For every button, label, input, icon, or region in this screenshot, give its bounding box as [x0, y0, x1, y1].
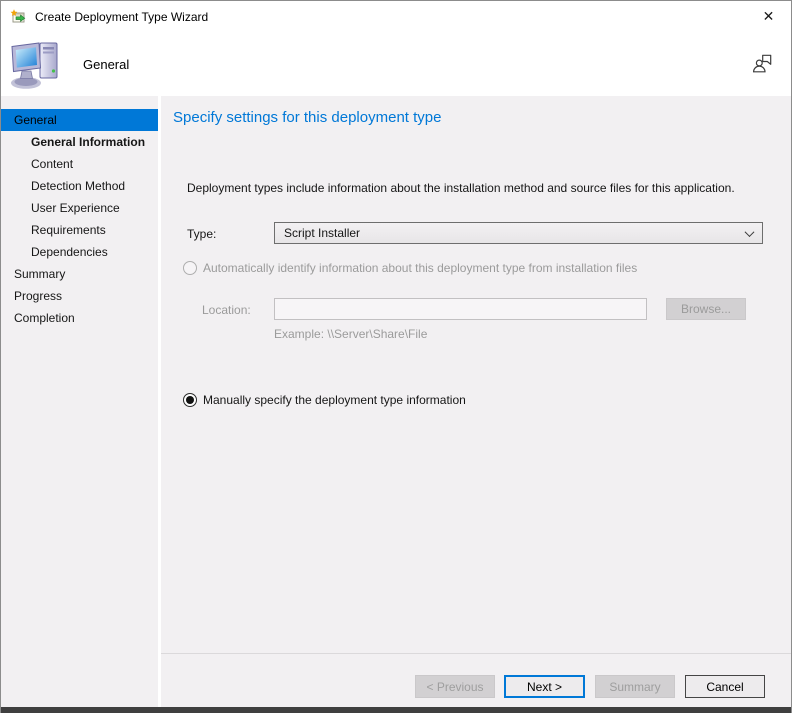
location-label: Location: — [202, 303, 251, 317]
type-dropdown-value: Script Installer — [284, 226, 746, 240]
auto-identify-radio[interactable]: Automatically identify information about… — [183, 261, 637, 275]
summary-button[interactable]: Summary — [595, 675, 675, 698]
wizard-page-content: Specify settings for this deployment typ… — [161, 96, 791, 707]
page-description: Deployment types include information abo… — [187, 181, 767, 195]
close-button[interactable]: ✕ — [746, 1, 791, 32]
sidebar-item-completion[interactable]: Completion — [1, 307, 158, 329]
sidebar-item-summary[interactable]: Summary — [1, 263, 158, 285]
auto-identify-radio-label: Automatically identify information about… — [203, 261, 637, 275]
sidebar-item-content[interactable]: Content — [1, 153, 158, 175]
radio-button-icon — [183, 261, 197, 275]
manual-specify-radio-label: Manually specify the deployment type inf… — [203, 393, 466, 407]
previous-button[interactable]: < Previous — [415, 675, 495, 698]
next-button[interactable]: Next > — [504, 675, 585, 698]
sidebar-item-dependencies[interactable]: Dependencies — [1, 241, 158, 263]
window-title: Create Deployment Type Wizard — [35, 10, 208, 24]
wizard-header: General — [1, 32, 791, 96]
create-deployment-type-wizard-window: Create Deployment Type Wizard ✕ — [0, 0, 792, 713]
sidebar-item-general-information[interactable]: General Information — [1, 131, 158, 153]
chevron-down-icon — [745, 227, 755, 237]
computer-icon — [9, 40, 65, 90]
sidebar-item-progress[interactable]: Progress — [1, 285, 158, 307]
location-example-text: Example: \\Server\Share\File — [274, 327, 427, 341]
browse-button[interactable]: Browse... — [666, 298, 746, 320]
cancel-button[interactable]: Cancel — [685, 675, 765, 698]
wizard-step-list: General General Information Content Dete… — [1, 96, 161, 707]
sidebar-item-general[interactable]: General — [1, 109, 158, 131]
footer-separator — [161, 653, 791, 654]
manual-specify-radio[interactable]: Manually specify the deployment type inf… — [183, 393, 466, 407]
type-label: Type: — [187, 227, 216, 241]
radio-button-selected-icon — [183, 393, 197, 407]
sidebar-item-requirements[interactable]: Requirements — [1, 219, 158, 241]
titlebar: Create Deployment Type Wizard ✕ — [1, 1, 791, 32]
wizard-body: General General Information Content Dete… — [1, 96, 791, 707]
page-group-title: General — [83, 57, 129, 72]
sidebar-item-detection-method[interactable]: Detection Method — [1, 175, 158, 197]
new-deployment-type-icon — [10, 9, 27, 25]
close-icon: ✕ — [763, 8, 775, 25]
location-input[interactable] — [274, 298, 647, 320]
type-dropdown[interactable]: Script Installer — [274, 222, 763, 244]
page-title: Specify settings for this deployment typ… — [173, 109, 441, 126]
sidebar-item-user-experience[interactable]: User Experience — [1, 197, 158, 219]
feedback-icon[interactable] — [750, 51, 774, 75]
window-bottom-edge — [1, 707, 791, 713]
